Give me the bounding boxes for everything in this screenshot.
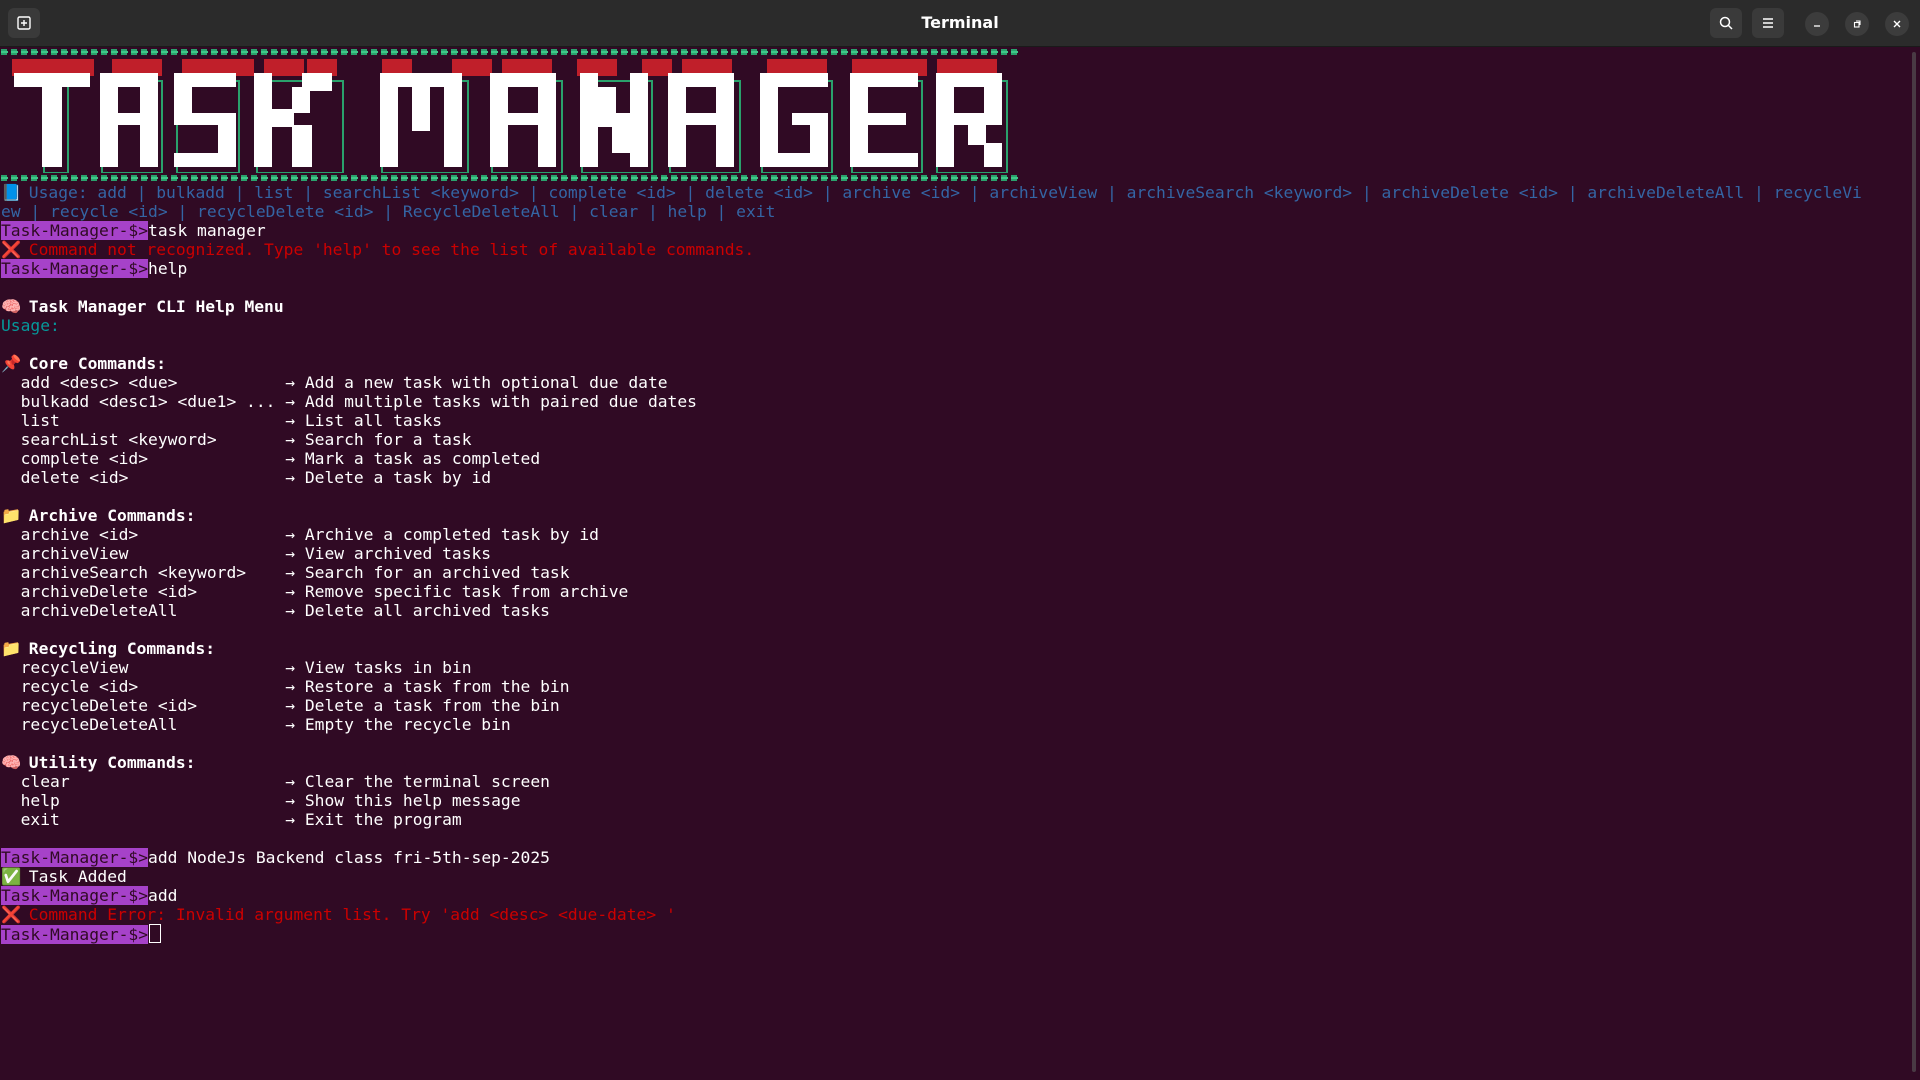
red-cross-icon: ❌ <box>1 905 22 924</box>
maximize-button[interactable] <box>1845 12 1869 36</box>
help-row: recycleView → View tasks in bin <box>1 658 472 677</box>
help-row: recycleDeleteAll → Empty the recycle bin <box>1 715 511 734</box>
green-check-icon: ✅ <box>1 867 22 886</box>
help-row: archiveDelete <id> → Remove specific tas… <box>1 582 629 601</box>
restore-icon <box>1853 20 1861 28</box>
folder-icon: 📁 <box>1 506 22 525</box>
ascii-banner <box>2 57 1910 173</box>
window-title: Terminal <box>921 13 999 32</box>
help-row: complete <id> → Mark a task as completed <box>1 449 541 468</box>
close-icon <box>1893 20 1901 28</box>
command-line: Task-Manager-$>add <box>1 886 178 905</box>
help-row: archive <id> → Archive a completed task … <box>1 525 599 544</box>
text-cursor <box>149 924 162 943</box>
search-button[interactable] <box>1710 8 1742 38</box>
command-line: Task-Manager-$>task manager <box>1 221 266 240</box>
search-icon <box>1719 16 1733 30</box>
banner-rule-top <box>0 47 1910 57</box>
prompt: Task-Manager-$> <box>1 848 149 867</box>
command-line: Task-Manager-$>add NodeJs Backend class … <box>1 848 550 867</box>
help-row: bulkadd <desc1> <due1> ... → Add multipl… <box>1 392 697 411</box>
active-command-line[interactable]: Task-Manager-$> <box>0 924 1910 944</box>
success-line: ✅ Task Added <box>1 867 127 886</box>
error-line: ❌ Command Error: Invalid argument list. … <box>1 905 676 924</box>
help-row: archiveSearch <keyword> → Search for an … <box>1 563 570 582</box>
utility-commands-heading: 🧠 Utility Commands: <box>1 753 196 772</box>
help-row: recycleDelete <id> → Delete a task from … <box>1 696 560 715</box>
recycling-commands-heading: 📁 Recycling Commands: <box>1 639 216 658</box>
help-row: clear → Clear the terminal screen <box>1 772 550 791</box>
usage-line-2: ew | recycle <id> | recycleDelete <id> |… <box>1 202 776 221</box>
prompt: Task-Manager-$> <box>1 925 149 944</box>
terminal-output[interactable]: 📘 Usage: add | bulkadd | list | searchLi… <box>0 47 1910 1080</box>
close-button[interactable] <box>1885 12 1909 36</box>
minimize-button[interactable] <box>1805 12 1829 36</box>
menu-button[interactable] <box>1752 8 1784 38</box>
error-line: ❌ Command not recognized. Type 'help' to… <box>1 240 755 259</box>
prompt: Task-Manager-$> <box>1 886 149 905</box>
help-row: add <desc> <due> → Add a new task with o… <box>1 373 668 392</box>
help-row: recycle <id> → Restore a task from the b… <box>1 677 570 696</box>
prompt: Task-Manager-$> <box>1 259 149 278</box>
hamburger-icon <box>1763 18 1773 28</box>
folder-icon: 📁 <box>1 639 22 658</box>
pushpin-icon: 📌 <box>1 354 22 373</box>
help-title: 🧠 Task Manager CLI Help Menu <box>1 297 284 316</box>
help-row: delete <id> → Delete a task by id <box>1 468 492 487</box>
archive-commands-heading: 📁 Archive Commands: <box>1 506 196 525</box>
help-row: exit → Exit the program <box>1 810 462 829</box>
brain-icon: 🧠 <box>1 753 22 772</box>
prompt: Task-Manager-$> <box>1 221 149 240</box>
usage-label: Usage: <box>1 316 60 335</box>
minimize-icon <box>1814 25 1820 27</box>
help-row: archiveDeleteAll → Delete all archived t… <box>1 601 550 620</box>
banner-rule-bottom <box>0 173 1910 183</box>
help-row: list → List all tasks <box>1 411 443 430</box>
command-line: Task-Manager-$>help <box>1 259 188 278</box>
help-row: help → Show this help message <box>1 791 521 810</box>
usage-line-1: 📘 Usage: add | bulkadd | list | searchLi… <box>1 183 1862 202</box>
red-cross-icon: ❌ <box>1 240 22 259</box>
blue-book-icon: 📘 <box>1 183 22 202</box>
help-row: searchList <keyword> → Search for a task <box>1 430 472 449</box>
window-titlebar: Terminal <box>0 0 1920 47</box>
help-row: archiveView → View archived tasks <box>1 544 492 563</box>
core-commands-heading: 📌 Core Commands: <box>1 354 167 373</box>
scrollbar[interactable] <box>1912 52 1916 1072</box>
brain-icon: 🧠 <box>1 297 22 316</box>
